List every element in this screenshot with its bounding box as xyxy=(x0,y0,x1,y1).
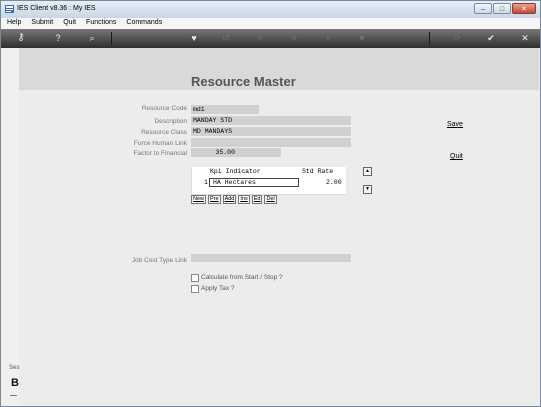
scroll-down-button[interactable]: ▼ xyxy=(363,185,372,194)
menu-commands[interactable]: Commands xyxy=(120,18,166,29)
insert-row-button[interactable]: Ins xyxy=(238,195,250,204)
scroll-up-button[interactable]: ▲ xyxy=(363,167,372,176)
quit-link[interactable]: Quit xyxy=(450,153,463,160)
stop-icon[interactable]: ■ xyxy=(355,32,369,44)
edit-row-button[interactable]: Ed xyxy=(251,195,263,204)
maximize-button[interactable]: □ xyxy=(493,3,511,14)
app-window: IES Client v8.36 : My IES – □ ✕ Help Sub… xyxy=(0,0,541,407)
grid-scrollbar[interactable]: ▲ ▼ xyxy=(363,167,372,194)
toolbar-divider xyxy=(111,32,112,45)
title-bar: IES Client v8.36 : My IES – □ ✕ xyxy=(1,1,540,18)
close-icon[interactable]: ✕ xyxy=(518,32,532,44)
undo-icon[interactable]: ↺ xyxy=(219,32,233,44)
description-field[interactable]: MANDAY STD xyxy=(191,116,351,125)
kpi-indicator-cell[interactable]: HA Hectares xyxy=(209,178,299,187)
menu-help[interactable]: Help xyxy=(1,18,25,29)
job-cost-type-link-field[interactable] xyxy=(191,254,351,262)
std-rate-value[interactable]: 2.00 xyxy=(326,179,342,186)
double-right-icon[interactable]: » xyxy=(287,32,301,44)
menu-submit[interactable]: Submit xyxy=(25,18,57,29)
force-human-link-label: Force Human Link xyxy=(133,140,187,147)
menu-quit[interactable]: Quit xyxy=(57,18,80,29)
job-cost-type-link-label: Job Cost Type Link xyxy=(131,257,187,264)
delete-row-button[interactable]: Del xyxy=(264,195,277,204)
app-icon xyxy=(5,5,14,13)
description-label: Description xyxy=(154,118,187,125)
key-icon[interactable]: ⚷ xyxy=(9,32,33,44)
toolbar-divider xyxy=(429,32,430,45)
menu-bar: Help Submit Quit Functions Commands xyxy=(1,18,540,29)
calc-start-stop-label: Calculate from Start / Stop ? xyxy=(201,274,283,281)
calc-start-stop-checkbox[interactable] xyxy=(191,274,199,282)
toolbar: ⚷ ? ⌕ ♥ ↺ « » ⇪ ■ ⟳ ✔ ✕ xyxy=(1,29,540,48)
close-window-button[interactable]: ✕ xyxy=(512,3,536,14)
double-left-icon[interactable]: « xyxy=(253,32,267,44)
resource-class-field[interactable]: MD MANDAYS xyxy=(191,127,351,136)
apply-tax-checkbox[interactable] xyxy=(191,285,199,293)
resource-code-field[interactable]: md1 xyxy=(191,105,259,114)
menu-functions[interactable]: Functions xyxy=(80,18,120,29)
search-icon[interactable]: ⌕ xyxy=(85,32,99,44)
kpi-grid: Kpi Indicator Std Rate 1 HA Hectares 2.0… xyxy=(191,167,346,195)
export-icon[interactable]: ⇪ xyxy=(321,32,335,44)
window-title: IES Client v8.36 : My IES xyxy=(17,5,96,12)
refresh-icon[interactable]: ⟳ xyxy=(450,32,464,44)
apply-tax-label: Apply Tax ? xyxy=(201,285,235,292)
add-row-button[interactable]: Add xyxy=(222,195,237,204)
resource-code-label: Resource Code xyxy=(141,105,187,112)
force-human-link-field[interactable] xyxy=(191,138,351,147)
grid-button-row: New Pre Add Ins Ed Del xyxy=(191,195,277,204)
std-rate-header: Std Rate xyxy=(302,168,334,175)
factor-to-financial-field[interactable]: 35.00 xyxy=(191,148,281,157)
new-row-button[interactable]: New xyxy=(191,195,207,204)
minimize-button[interactable]: – xyxy=(474,3,492,14)
kpi-indicator-header: Kpi Indicator xyxy=(210,168,261,175)
kpi-indicator-value: HA Hectares xyxy=(213,179,256,186)
row-index: 1 xyxy=(204,179,208,186)
help-icon[interactable]: ? xyxy=(51,32,65,44)
session-label: Ses xyxy=(9,365,20,371)
session-panel: Ses B xyxy=(1,361,19,406)
save-link[interactable]: Save xyxy=(447,121,463,128)
previous-row-button[interactable]: Pre xyxy=(208,195,221,204)
session-divider xyxy=(10,395,17,396)
check-icon[interactable]: ✔ xyxy=(484,32,498,44)
resource-class-label: Resource Class xyxy=(141,129,187,136)
page-title: Resource Master xyxy=(191,74,296,89)
session-badge[interactable]: B xyxy=(11,377,19,389)
factor-to-financial-label: Factor to Financial xyxy=(133,150,187,157)
heart-icon[interactable]: ♥ xyxy=(187,32,201,44)
